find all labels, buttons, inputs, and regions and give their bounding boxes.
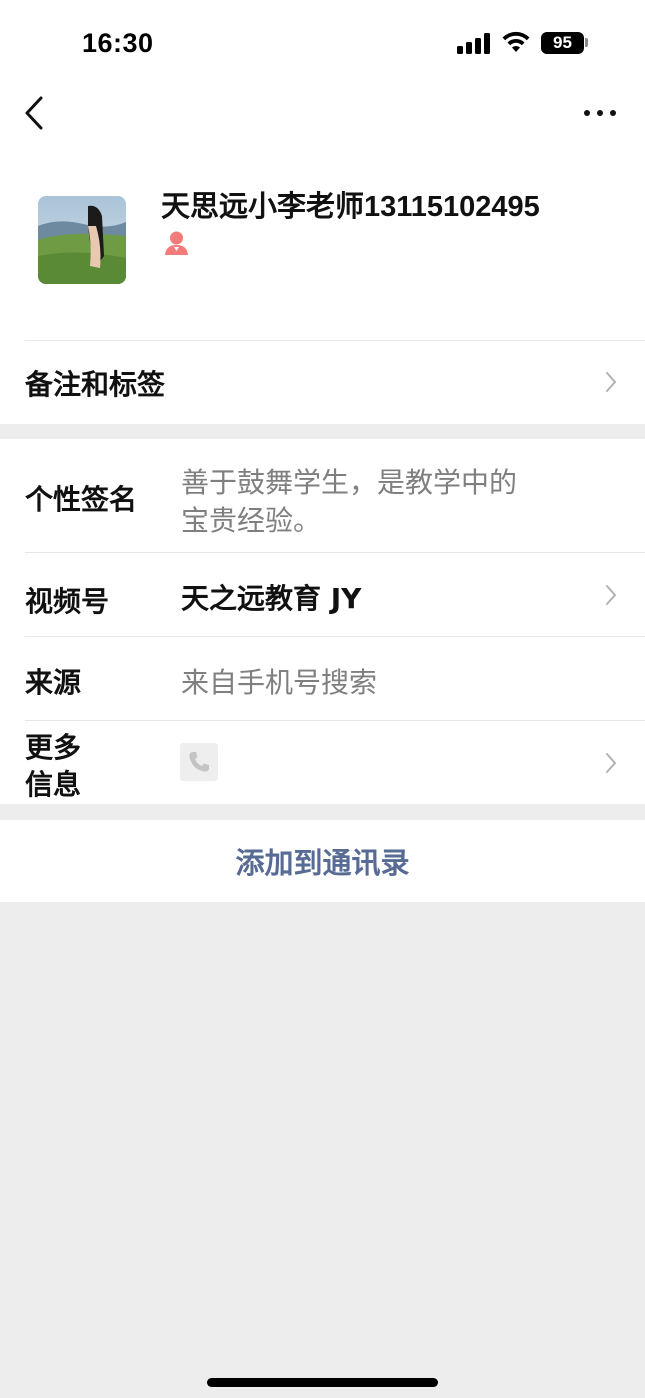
add-to-contacts-label: 添加到通讯录 (235, 846, 410, 880)
channels-row[interactable]: 视频号 天之远教育 JY (0, 553, 645, 636)
chevron-right-icon (606, 585, 616, 605)
channels-value: 天之远教育 JY (181, 582, 362, 615)
more-info-label-1: 更多 (25, 731, 82, 764)
contact-name: 天思远小李老师13115102495 (161, 191, 540, 223)
wifi-icon (502, 31, 530, 52)
signature-label: 个性签名 (25, 483, 138, 516)
add-to-contacts-button[interactable]: 添加到通讯录 (0, 820, 645, 902)
remark-row[interactable]: 备注和标签 (0, 341, 645, 423)
female-icon (165, 231, 188, 255)
contact-profile-screen: 16:30 95 天思远小李老师13115102495 备注和标签 个性签名 善… (0, 0, 645, 1398)
phone-icon (180, 743, 218, 781)
divider (25, 636, 645, 637)
chevron-left-icon[interactable] (18, 92, 52, 134)
more-info-row[interactable]: 更多 信息 (0, 721, 645, 804)
source-value: 来自手机号搜索 (181, 666, 378, 699)
chevron-right-icon (606, 753, 616, 773)
more-horizontal-icon[interactable] (580, 100, 620, 126)
status-time: 16:30 (82, 28, 154, 58)
source-label: 来源 (25, 666, 82, 699)
battery-icon: 95 (541, 32, 584, 54)
avatar[interactable] (38, 196, 126, 284)
home-indicator[interactable] (207, 1378, 438, 1387)
signal-icon (457, 32, 491, 54)
signature-line-1: 善于鼓舞学生，是教学中的 (181, 466, 518, 499)
battery-tip (585, 38, 588, 47)
channels-label: 视频号 (25, 585, 110, 618)
more-info-label-2: 信息 (25, 768, 82, 801)
signature-line-2: 宝贵经验。 (181, 504, 322, 537)
chevron-right-icon (606, 372, 616, 392)
remark-label: 备注和标签 (25, 368, 166, 401)
